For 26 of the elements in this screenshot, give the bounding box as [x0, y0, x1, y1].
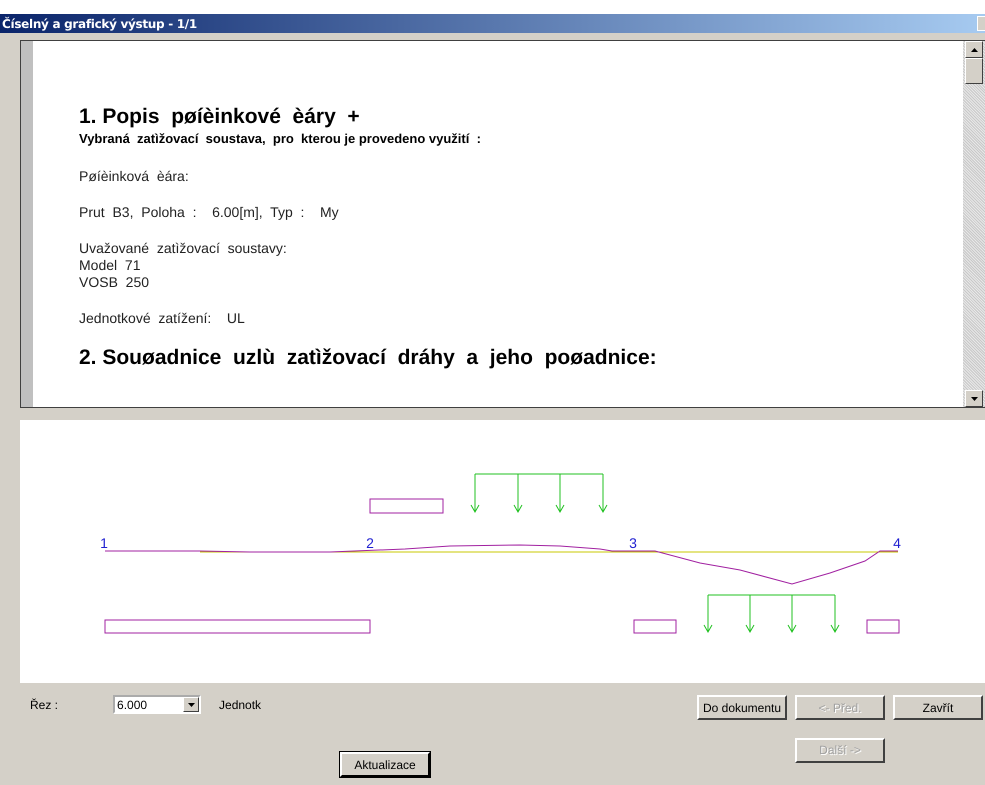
dropdown-button[interactable]	[183, 697, 200, 712]
vertical-scrollbar[interactable]	[963, 41, 985, 407]
section-combo[interactable]: 6.000	[113, 695, 202, 714]
down-triangle-icon	[970, 396, 978, 400]
report-text: Uvažované zatìžovací soustavy: Model 71 VOSB 250	[79, 240, 288, 291]
node-label: 3	[629, 535, 637, 551]
refresh-button[interactable]: Aktualizace	[340, 752, 430, 777]
scroll-up-button[interactable]	[965, 41, 983, 58]
report-heading: 2. Souøadnice uzlù zatìžovací dráhy a jeho poøadnice:	[79, 346, 658, 370]
node-label: 1	[100, 535, 108, 551]
window-title: Číselný a grafický výstup - 1/1	[2, 16, 197, 30]
report-heading: 1. Popis pøíèinkové èáry +	[79, 105, 361, 129]
unit-label: Jednotk	[219, 698, 262, 712]
report-text: Pøíèinková èára:	[79, 168, 190, 185]
section-label: Řez :	[30, 698, 58, 712]
dialog-button[interactable]: Zavřít	[893, 695, 983, 720]
node-label: 2	[366, 535, 374, 551]
report-subheading: Vybraná zatìžovací soustava, pro kterou je provedeno využití :	[79, 131, 482, 146]
node-label: 4	[893, 535, 901, 551]
scroll-thumb[interactable]	[965, 58, 983, 84]
scroll-down-button[interactable]	[965, 390, 983, 407]
report-text: Jednotkové zatížení: UL	[79, 310, 246, 327]
report-text: Prut B3, Poloha : 6.00[m], Typ : My	[79, 204, 340, 221]
down-triangle-icon	[188, 702, 195, 706]
dialog-button[interactable]: Do dokumentu	[697, 695, 787, 720]
up-triangle-icon	[970, 48, 978, 52]
